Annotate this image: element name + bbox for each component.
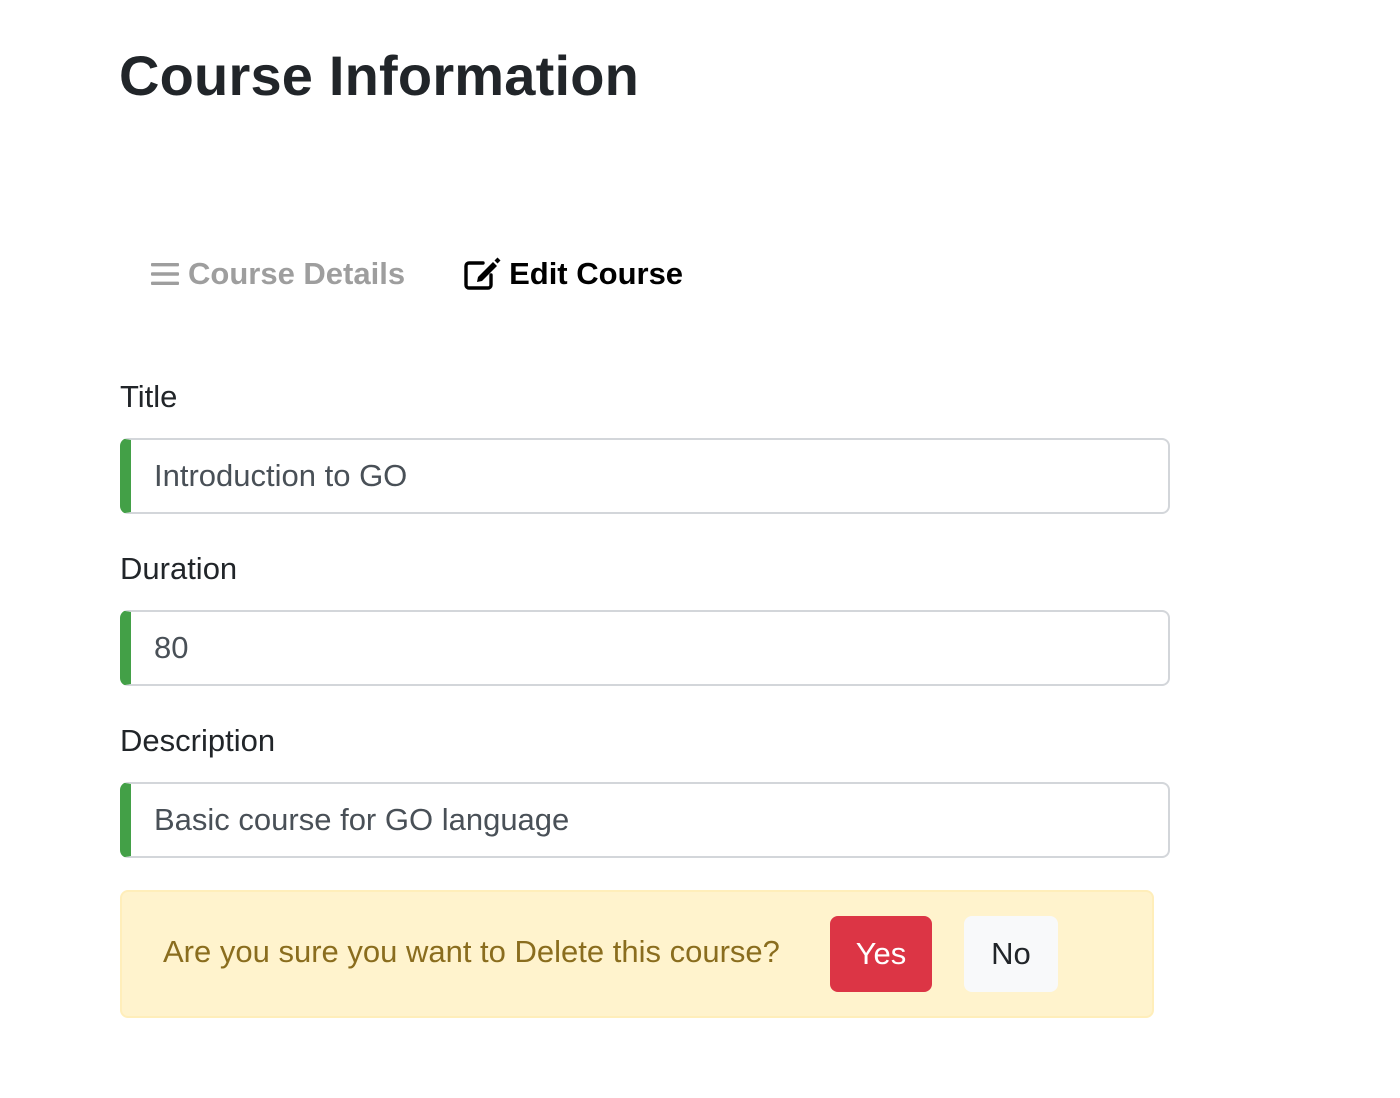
- delete-confirmation-alert: Are you sure you want to Delete this cou…: [120, 890, 1154, 1018]
- tab-course-details[interactable]: Course Details: [150, 250, 405, 298]
- title-label: Title: [120, 379, 178, 414]
- tab-edit-course-label: Edit Course: [509, 256, 684, 291]
- page-title: Course Information: [119, 44, 640, 107]
- tab-edit-course[interactable]: Edit Course: [463, 250, 683, 298]
- tab-course-details-label: Course Details: [188, 256, 406, 291]
- edit-icon: [463, 257, 501, 291]
- title-input[interactable]: [120, 438, 1170, 514]
- duration-input[interactable]: [120, 610, 1170, 686]
- description-label: Description: [120, 723, 276, 758]
- confirm-yes-button[interactable]: Yes: [830, 916, 932, 992]
- bars-icon: [150, 261, 180, 287]
- delete-confirmation-message: Are you sure you want to Delete this cou…: [163, 934, 780, 969]
- description-input[interactable]: [120, 782, 1170, 858]
- duration-label: Duration: [120, 551, 238, 586]
- page: Course Information Course Details Edit C…: [0, 0, 1400, 1098]
- confirm-no-button[interactable]: No: [964, 916, 1058, 992]
- tab-bar: Course Details Edit Course: [150, 250, 683, 298]
